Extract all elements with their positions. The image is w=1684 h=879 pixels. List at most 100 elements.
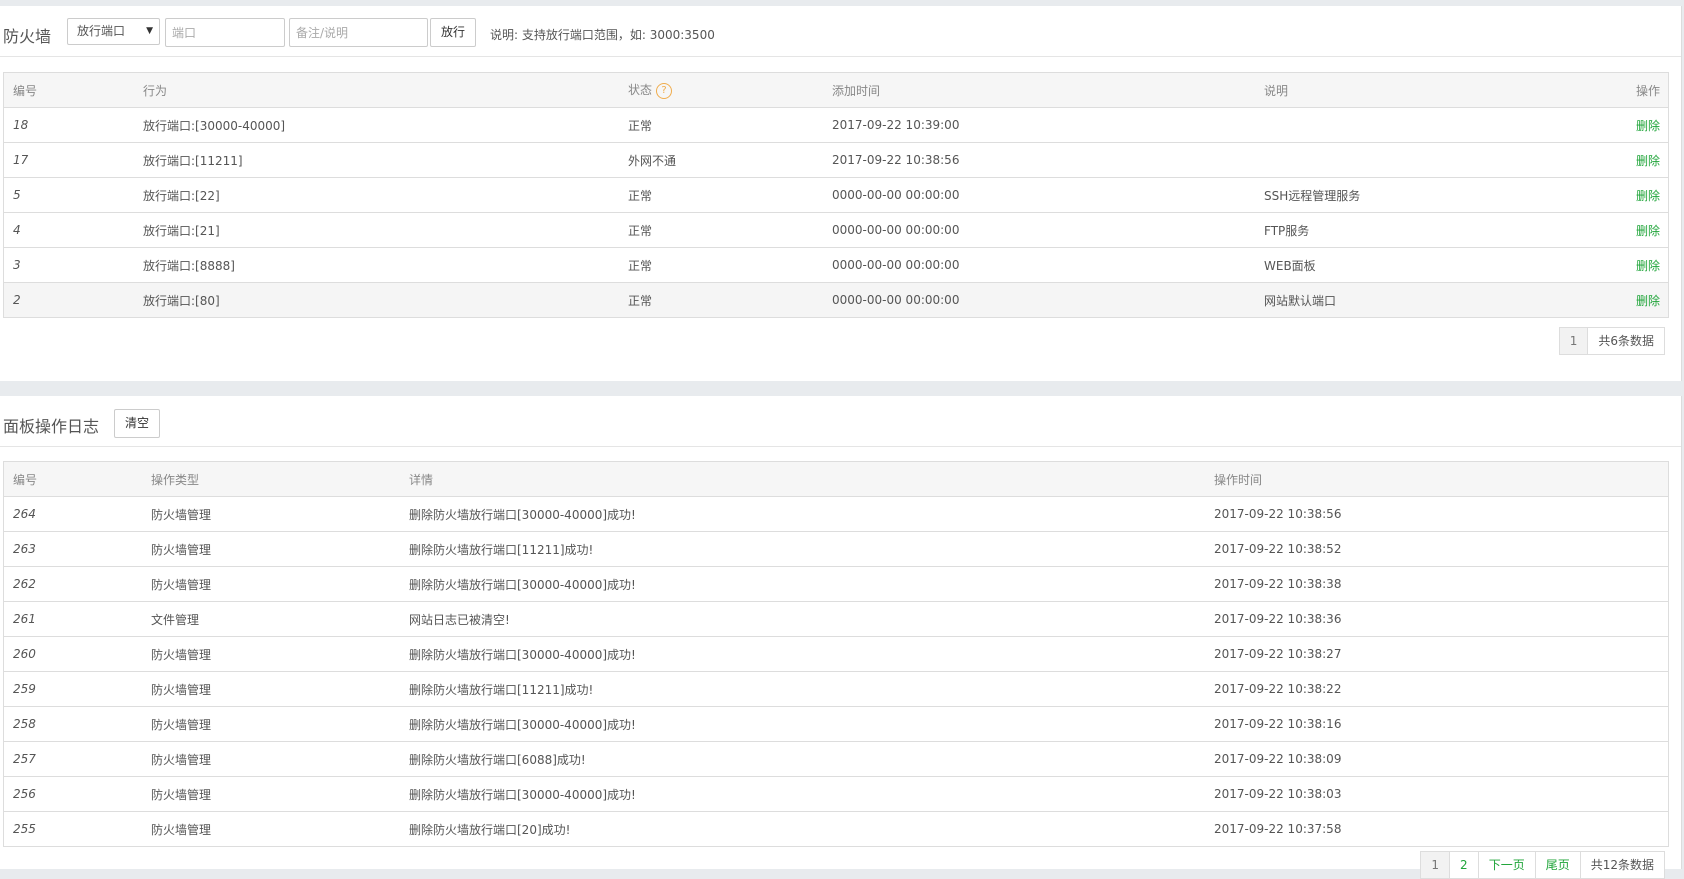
row-detail: 删除防火墙放行端口[20]成功! xyxy=(409,822,571,837)
rule-type-select[interactable]: 放行端口 ▼ xyxy=(67,18,160,45)
firewall-title: 防火墙 xyxy=(3,27,52,46)
firewall-panel: 防火墙 放行端口 ▼ 放行 说明: 支持放行端口范围，如: 3000:3500 … xyxy=(0,6,1682,381)
table-row: 3 放行端口:[8888] 正常 0000-00-00 00:00:00 WEB… xyxy=(4,248,1668,283)
row-time: 2017-09-22 10:38:56 xyxy=(832,153,960,167)
row-time: 0000-00-00 00:00:00 xyxy=(832,188,960,202)
last-page-link[interactable]: 尾页 xyxy=(1534,851,1581,879)
table-row: 257 防火墙管理 删除防火墙放行端口[6088]成功! 2017-09-22 … xyxy=(4,742,1668,777)
table-row: 262 防火墙管理 删除防火墙放行端口[30000-40000]成功! 2017… xyxy=(4,567,1668,602)
help-icon[interactable]: ? xyxy=(656,82,673,99)
page-total: 共6条数据 xyxy=(1587,327,1665,355)
col-detail: 详情 xyxy=(409,472,434,487)
delete-link[interactable]: 删除 xyxy=(1585,292,1668,309)
row-id: 2 xyxy=(13,293,21,307)
log-panel: 面板操作日志 清空 编号 操作类型 详情 操作时间 264 防火墙管理 删除防火… xyxy=(0,396,1682,879)
row-time: 0000-00-00 00:00:00 xyxy=(832,293,960,307)
row-action: 放行端口:[22] xyxy=(143,188,220,203)
page-total: 共12条数据 xyxy=(1579,851,1665,879)
firewall-toolbar: 防火墙 放行端口 ▼ 放行 说明: 支持放行端口范围，如: 3000:3500 xyxy=(0,6,1681,57)
row-type: 防火墙管理 xyxy=(151,822,212,837)
row-note: SSH远程管理服务 xyxy=(1264,188,1361,203)
next-page-link[interactable]: 下一页 xyxy=(1477,851,1536,879)
row-detail: 删除防火墙放行端口[30000-40000]成功! xyxy=(409,577,636,592)
row-id: 3 xyxy=(13,258,21,272)
page-current[interactable]: 1 xyxy=(1420,851,1451,879)
row-id: 264 xyxy=(13,507,36,521)
row-type: 防火墙管理 xyxy=(151,682,212,697)
row-id: 263 xyxy=(13,542,36,556)
table-header: 编号 操作类型 详情 操作时间 xyxy=(4,462,1668,497)
log-pagination: 1 2 下一页 尾页 共12条数据 xyxy=(1420,851,1665,879)
row-id: 261 xyxy=(13,612,36,626)
row-id: 18 xyxy=(13,118,29,132)
row-time: 2017-09-22 10:38:52 xyxy=(1214,542,1342,556)
row-id: 260 xyxy=(13,647,36,661)
row-id: 257 xyxy=(13,752,36,766)
row-status: 正常 xyxy=(628,188,653,203)
release-button[interactable]: 放行 xyxy=(430,18,476,47)
table-row: 18 放行端口:[30000-40000] 正常 2017-09-22 10:3… xyxy=(4,108,1668,143)
row-time: 2017-09-22 10:38:09 xyxy=(1214,752,1342,766)
row-detail: 删除防火墙放行端口[6088]成功! xyxy=(409,752,586,767)
log-table: 编号 操作类型 详情 操作时间 264 防火墙管理 删除防火墙放行端口[3000… xyxy=(3,461,1669,847)
row-action: 放行端口:[30000-40000] xyxy=(143,118,286,133)
row-time: 2017-09-22 10:38:38 xyxy=(1214,577,1342,591)
row-action: 放行端口:[11211] xyxy=(143,153,243,168)
table-row: 259 防火墙管理 删除防火墙放行端口[11211]成功! 2017-09-22… xyxy=(4,672,1668,707)
table-row: 260 防火墙管理 删除防火墙放行端口[30000-40000]成功! 2017… xyxy=(4,637,1668,672)
row-id: 256 xyxy=(13,787,36,801)
row-action: 放行端口:[80] xyxy=(143,293,220,308)
delete-link[interactable]: 删除 xyxy=(1585,222,1668,239)
row-id: 262 xyxy=(13,577,36,591)
row-time: 2017-09-22 10:38:16 xyxy=(1214,717,1342,731)
delete-link[interactable]: 删除 xyxy=(1585,117,1668,134)
row-type: 防火墙管理 xyxy=(151,787,212,802)
clear-button[interactable]: 清空 xyxy=(114,409,160,438)
note-input[interactable] xyxy=(289,18,428,47)
table-row: 255 防火墙管理 删除防火墙放行端口[20]成功! 2017-09-22 10… xyxy=(4,812,1668,846)
table-row: 5 放行端口:[22] 正常 0000-00-00 00:00:00 SSH远程… xyxy=(4,178,1668,213)
row-time: 2017-09-22 10:39:00 xyxy=(832,118,960,132)
row-detail: 网站日志已被清空! xyxy=(409,612,510,627)
col-status: 状态? xyxy=(619,81,823,99)
row-detail: 删除防火墙放行端口[11211]成功! xyxy=(409,542,594,557)
log-title: 面板操作日志 xyxy=(3,417,100,436)
delete-link[interactable]: 删除 xyxy=(1585,257,1668,274)
table-row: 264 防火墙管理 删除防火墙放行端口[30000-40000]成功! 2017… xyxy=(4,497,1668,532)
col-id: 编号 xyxy=(13,472,38,487)
firewall-pagination: 1 共6条数据 xyxy=(1558,327,1665,355)
row-time: 2017-09-22 10:38:22 xyxy=(1214,682,1342,696)
row-id: 255 xyxy=(13,822,36,836)
col-note: 说明 xyxy=(1264,83,1289,98)
row-type: 文件管理 xyxy=(151,612,200,627)
table-row: 17 放行端口:[11211] 外网不通 2017-09-22 10:38:56… xyxy=(4,143,1668,178)
row-time: 2017-09-22 10:38:03 xyxy=(1214,787,1342,801)
row-action: 放行端口:[8888] xyxy=(143,258,235,273)
row-detail: 删除防火墙放行端口[30000-40000]成功! xyxy=(409,507,636,522)
col-id: 编号 xyxy=(13,83,38,98)
row-action: 放行端口:[21] xyxy=(143,223,220,238)
col-status-label: 状态 xyxy=(628,83,653,98)
delete-link[interactable]: 删除 xyxy=(1585,187,1668,204)
row-status: 外网不通 xyxy=(628,153,677,168)
firewall-hint: 说明: 支持放行端口范围，如: 3000:3500 xyxy=(490,28,715,42)
page-current[interactable]: 1 xyxy=(1558,327,1589,355)
row-time: 2017-09-22 10:38:36 xyxy=(1214,612,1342,626)
row-detail: 删除防火墙放行端口[11211]成功! xyxy=(409,682,594,697)
col-op: 操作 xyxy=(1635,83,1660,98)
table-row: 2 放行端口:[80] 正常 0000-00-00 00:00:00 网站默认端… xyxy=(4,283,1668,317)
row-id: 17 xyxy=(13,153,29,167)
row-note: FTP服务 xyxy=(1264,223,1310,238)
col-time: 操作时间 xyxy=(1214,472,1263,487)
row-type: 防火墙管理 xyxy=(151,577,212,592)
col-action: 行为 xyxy=(143,83,168,98)
delete-link[interactable]: 删除 xyxy=(1585,152,1668,169)
row-id: 5 xyxy=(13,188,21,202)
port-input[interactable] xyxy=(165,18,285,47)
row-type: 防火墙管理 xyxy=(151,542,212,557)
table-row: 261 文件管理 网站日志已被清空! 2017-09-22 10:38:36 xyxy=(4,602,1668,637)
log-toolbar: 面板操作日志 清空 xyxy=(0,396,1681,447)
row-type: 防火墙管理 xyxy=(151,717,212,732)
page-2-link[interactable]: 2 xyxy=(1449,851,1479,879)
col-time: 添加时间 xyxy=(832,83,881,98)
